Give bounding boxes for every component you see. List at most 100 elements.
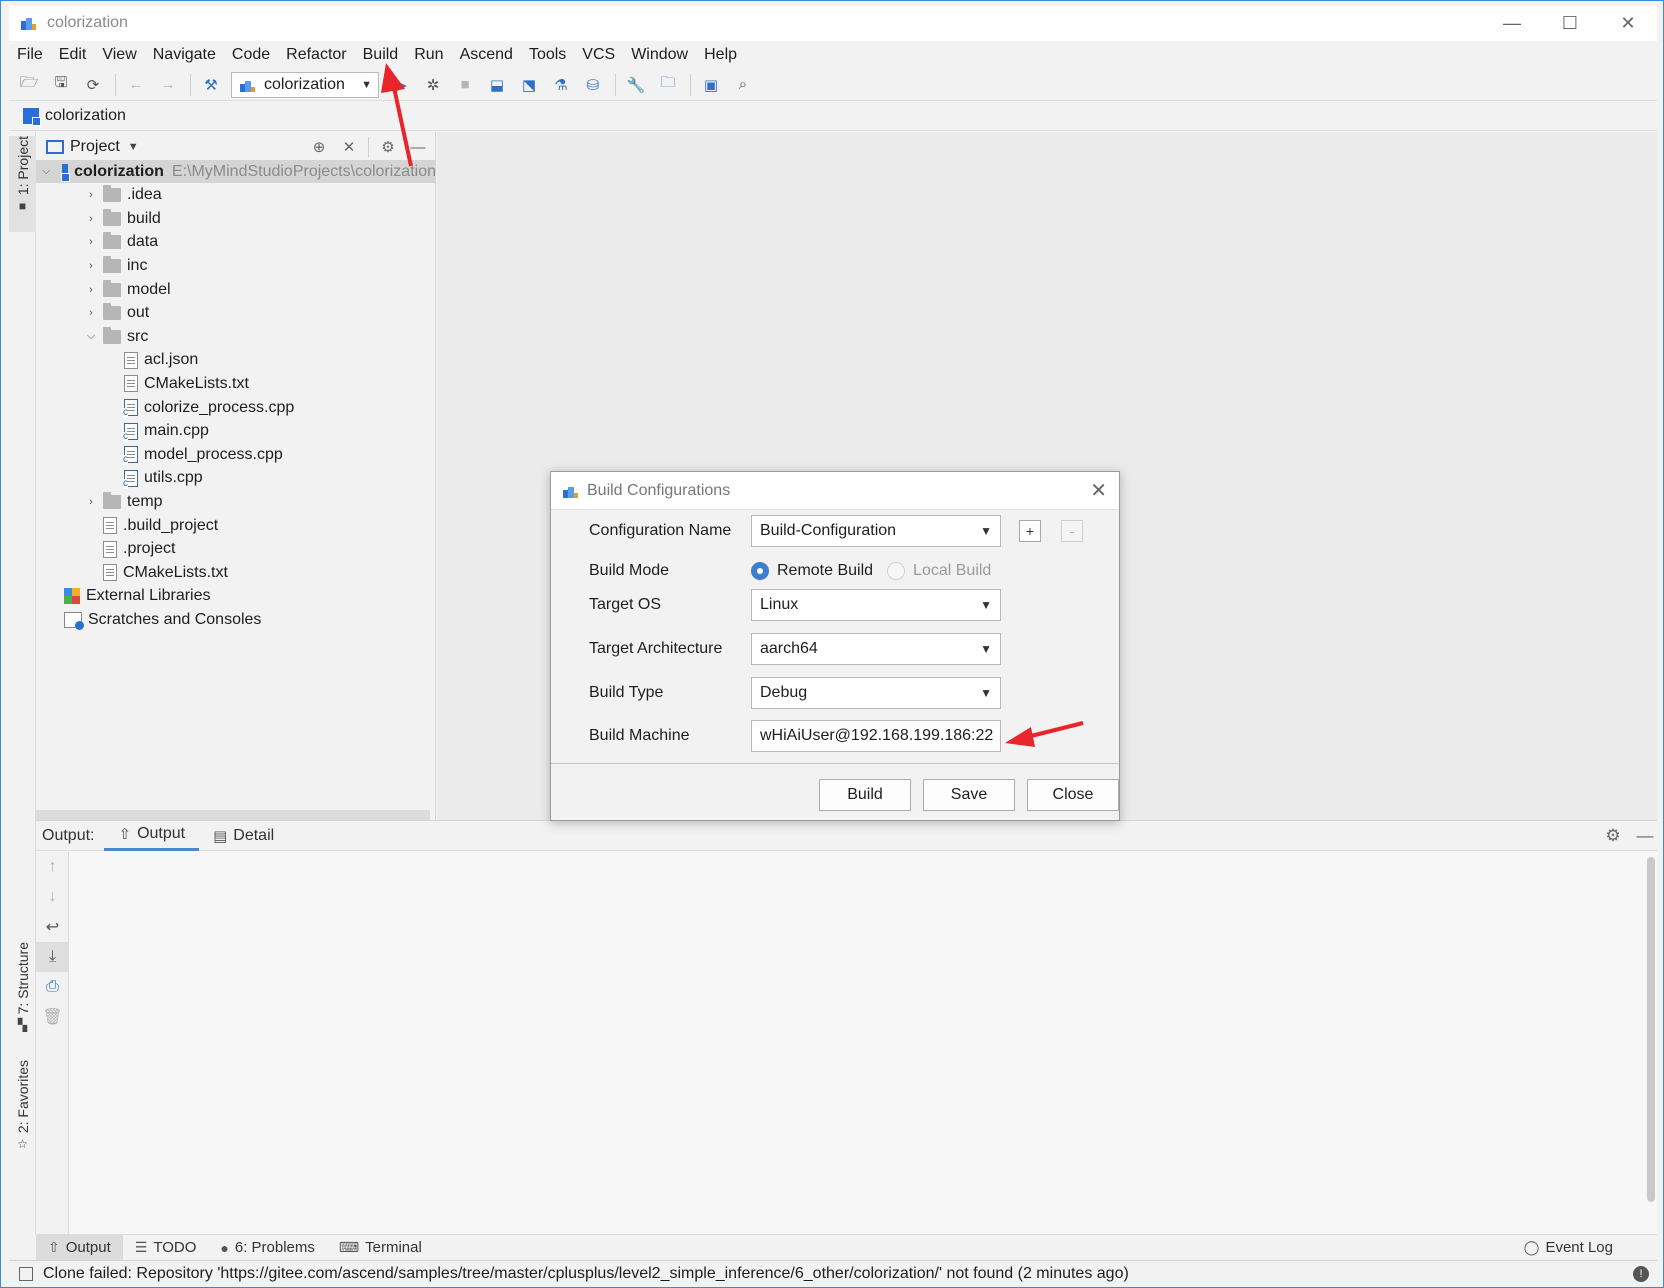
tree-item[interactable]: › temp — [36, 490, 163, 513]
search-icon[interactable]: ⌕ — [731, 73, 755, 97]
tree-item[interactable]: .project — [36, 538, 175, 561]
output-console[interactable] — [70, 852, 1657, 1234]
remote-build-label[interactable]: Remote Build — [777, 562, 873, 580]
tab-output[interactable]: ⇧ Output — [104, 821, 200, 851]
settings-wrench-icon[interactable]: 🔧 — [624, 73, 648, 97]
menu-code[interactable]: Code — [232, 46, 270, 64]
build-hammer-icon[interactable]: ⚒ — [199, 73, 223, 97]
menu-build[interactable]: Build — [363, 46, 399, 64]
scroll-to-end-icon[interactable]: ⤓ — [36, 942, 69, 972]
bottom-tab-todo[interactable]: ☰ TODO — [123, 1235, 209, 1261]
menu-window[interactable]: Window — [631, 46, 688, 64]
menu-vcs[interactable]: VCS — [582, 46, 615, 64]
tree-item[interactable]: › out — [36, 302, 149, 325]
tree-item[interactable]: › inc — [36, 254, 147, 277]
menu-ascend[interactable]: Ascend — [460, 46, 513, 64]
chevron-down-icon[interactable]: ⌵ — [85, 330, 97, 343]
bottom-tab-problems[interactable]: ● 6: Problems — [208, 1235, 327, 1261]
bottom-tab-output[interactable]: ⇧ Output — [36, 1234, 123, 1261]
horizontal-scrollbar[interactable] — [36, 810, 430, 820]
hide-panel-icon[interactable]: — — [407, 136, 429, 158]
tab-favorites[interactable]: 2: Favorites ☆ — [9, 1060, 36, 1156]
tree-item[interactable]: model_process.cpp — [36, 443, 283, 466]
tree-item[interactable]: › .idea — [36, 184, 162, 207]
project-view-selector[interactable]: Project — [70, 138, 120, 156]
save-icon[interactable]: 🖫 — [49, 73, 73, 97]
tree-item[interactable]: › data — [36, 231, 158, 254]
ascend-deploy-icon[interactable]: ⬔ — [517, 73, 541, 97]
chevron-right-icon[interactable]: › — [85, 260, 97, 272]
tree-item[interactable]: CMakeLists.txt — [36, 372, 249, 395]
build-machine-field[interactable]: wHiAiUser@192.168.199.186:22 — [751, 720, 1001, 752]
run-configuration-selector[interactable]: colorization ▼ — [231, 71, 379, 98]
bottom-tab-event-log[interactable]: ◯ Event Log — [1512, 1235, 1625, 1261]
tree-item[interactable]: Scratches and Consoles — [36, 608, 261, 631]
close-window-button[interactable]: ✕ — [1599, 5, 1657, 41]
configuration-name-select[interactable]: Build-Configuration ▼ — [751, 515, 1001, 547]
tab-detail[interactable]: ▤ Detail — [199, 821, 288, 851]
gear-icon[interactable]: ⚙ — [1601, 826, 1625, 846]
stop-icon[interactable]: ■ — [453, 73, 477, 97]
run-icon[interactable]: ▶ — [389, 73, 413, 97]
arrow-up-icon[interactable]: ↑ — [36, 852, 69, 882]
tree-item[interactable]: colorize_process.cpp — [36, 396, 294, 419]
tree-item[interactable]: › model — [36, 278, 171, 301]
tree-root-row[interactable]: ⌵ colorization E:\MyMindStudioProjects\c… — [36, 160, 436, 183]
ascend-tool-icon[interactable]: ⛁ — [581, 73, 605, 97]
build-button[interactable]: Build — [819, 779, 911, 811]
breadcrumb-project[interactable]: colorization — [45, 107, 126, 125]
locate-icon[interactable]: ⊕ — [308, 136, 330, 158]
target-architecture-select[interactable]: aarch64 ▼ — [751, 633, 1001, 665]
forward-icon[interactable]: → — [156, 73, 180, 97]
project-structure-icon[interactable]: 🗀 — [656, 73, 680, 97]
chevron-right-icon[interactable]: › — [85, 213, 97, 225]
maximize-button[interactable]: ☐ — [1541, 5, 1599, 41]
local-build-label[interactable]: Local Build — [913, 562, 991, 580]
remove-configuration-button[interactable]: - — [1061, 520, 1083, 542]
remote-build-radio[interactable] — [751, 562, 769, 580]
add-configuration-button[interactable]: + — [1019, 520, 1041, 542]
build-type-select[interactable]: Debug ▼ — [751, 677, 1001, 709]
tree-item[interactable]: External Libraries — [36, 585, 211, 608]
minimize-button[interactable]: — — [1483, 5, 1541, 41]
tree-item[interactable]: utils.cpp — [36, 467, 203, 490]
chevron-right-icon[interactable]: › — [85, 189, 97, 201]
device-manager-icon[interactable]: ▣ — [699, 73, 723, 97]
menu-tools[interactable]: Tools — [529, 46, 566, 64]
debug-icon[interactable]: ✲ — [421, 73, 445, 97]
local-build-radio[interactable] — [887, 562, 906, 580]
soft-wrap-icon[interactable]: ↩ — [36, 912, 69, 942]
toggle-tool-windows-icon[interactable] — [19, 1266, 33, 1281]
menu-refactor[interactable]: Refactor — [286, 46, 346, 64]
back-icon[interactable]: ← — [124, 73, 148, 97]
tree-item[interactable]: .build_project — [36, 514, 218, 537]
close-icon[interactable]: ✕ — [1090, 478, 1107, 503]
tree-item[interactable]: CMakeLists.txt — [36, 561, 228, 584]
close-button[interactable]: Close — [1027, 779, 1119, 811]
collapse-all-icon[interactable]: ✕ — [338, 136, 360, 158]
print-icon[interactable]: ⎙ — [36, 972, 69, 1002]
ascend-upload-icon[interactable]: ⬓ — [485, 73, 509, 97]
chevron-down-icon[interactable]: ▼ — [128, 141, 139, 153]
trash-icon[interactable]: 🗑 — [36, 1002, 69, 1032]
save-button[interactable]: Save — [923, 779, 1015, 811]
menu-navigate[interactable]: Navigate — [153, 46, 216, 64]
status-message[interactable]: Clone failed: Repository 'https://gitee.… — [43, 1265, 1129, 1283]
tree-item[interactable]: ⌵ src — [36, 325, 148, 348]
chevron-right-icon[interactable]: › — [85, 307, 97, 319]
sync-icon[interactable]: ⟳ — [81, 73, 105, 97]
tree-item[interactable]: acl.json — [36, 349, 198, 372]
chevron-down-icon[interactable]: ⌵ — [42, 165, 50, 178]
menu-edit[interactable]: Edit — [59, 46, 87, 64]
menu-view[interactable]: View — [102, 46, 136, 64]
hide-panel-icon[interactable]: — — [1633, 826, 1657, 846]
target-os-select[interactable]: Linux ▼ — [751, 589, 1001, 621]
chevron-right-icon[interactable]: › — [85, 236, 97, 248]
menu-run[interactable]: Run — [414, 46, 443, 64]
menu-file[interactable]: File — [17, 46, 43, 64]
menu-help[interactable]: Help — [704, 46, 737, 64]
vertical-scrollbar[interactable] — [1647, 857, 1655, 1202]
chevron-right-icon[interactable]: › — [85, 496, 97, 508]
bottom-tab-terminal[interactable]: ⌨ Terminal — [327, 1235, 434, 1261]
tree-item[interactable]: › build — [36, 207, 161, 230]
